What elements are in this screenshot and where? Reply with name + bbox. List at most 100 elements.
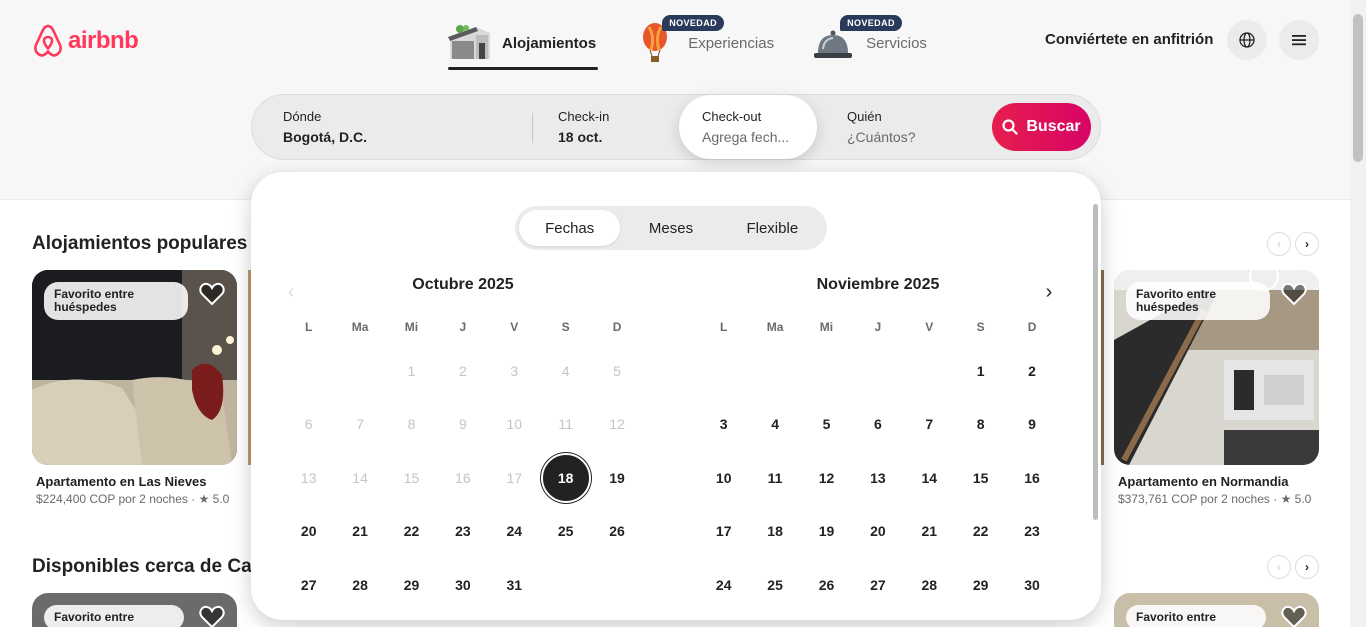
service-bell-icon: NOVEDAD — [810, 15, 902, 65]
listing-card[interactable]: Favorito entre huéspedes Apartamento en … — [32, 270, 237, 506]
calendar-day[interactable]: 22 — [955, 505, 1006, 559]
calendar-day[interactable]: 15 — [955, 451, 1006, 505]
calendar-day[interactable]: 16 — [1006, 451, 1057, 505]
day-grid: 1 2 3 4 5 6 7 8 9 10 11 12 13 14 15 16 17 18 19 20 21 22 23 24 2… — [698, 344, 1058, 612]
calendar-day[interactable]: 17 — [698, 505, 749, 559]
calendar-day[interactable]: 25 — [540, 505, 591, 559]
language-button[interactable] — [1227, 20, 1267, 60]
listing-card[interactable]: Favorito entre — [32, 593, 237, 627]
weekday-label: Mi — [819, 320, 834, 334]
calendar-day[interactable]: 24 — [698, 558, 749, 612]
carousel-prev-button[interactable]: ‹ — [1267, 232, 1291, 256]
calendar-day[interactable]: 21 — [334, 505, 385, 559]
checkout-field[interactable]: Check-out Agrega fech... — [679, 95, 817, 159]
listing-card[interactable]: Favorito entre — [1114, 593, 1319, 627]
airbnb-logo[interactable]: airbnb — [32, 24, 139, 58]
calendar-day[interactable]: 18 — [749, 505, 800, 559]
tab-meses[interactable]: Meses — [620, 210, 721, 246]
calendar-day[interactable]: 10 — [698, 451, 749, 505]
heart-icon[interactable] — [1281, 282, 1307, 306]
checkin-field[interactable]: Check-in 18 oct. — [558, 95, 668, 159]
who-placeholder: ¿Cuántos? — [847, 129, 916, 145]
listing-card[interactable]: Favorito entre huéspedes Apartamento en … — [1114, 270, 1319, 506]
weekday-label: S — [976, 320, 985, 334]
calendar-day[interactable]: 31 — [489, 558, 540, 612]
calendar-day[interactable]: 3 — [698, 398, 749, 452]
calendar-day[interactable]: 20 — [852, 505, 903, 559]
calendar-day[interactable]: 28 — [334, 558, 385, 612]
tab-fechas[interactable]: Fechas — [519, 210, 621, 246]
chevron-left-icon: ‹ — [1277, 237, 1281, 251]
where-field[interactable]: Dónde Bogotá, D.C. — [283, 95, 523, 159]
listing-photo[interactable]: Favorito entre — [1114, 593, 1319, 627]
main-menu-button[interactable] — [1279, 20, 1319, 60]
tab-servicios[interactable]: NOVEDAD Servicios — [810, 15, 927, 68]
calendar-day[interactable]: 9 — [1006, 398, 1057, 452]
calendar-day[interactable]: 14 — [904, 451, 955, 505]
calendar-day[interactable]: 11 — [749, 451, 800, 505]
calendar-day[interactable]: 19 — [801, 505, 852, 559]
calendar-day[interactable]: 24 — [489, 505, 540, 559]
novedad-badge: NOVEDAD — [840, 15, 902, 31]
page-scrollbar[interactable] — [1350, 0, 1366, 627]
listing-photo[interactable]: Favorito entre huéspedes — [32, 270, 237, 465]
calendar-day[interactable]: 13 — [852, 451, 903, 505]
become-host-link[interactable]: Conviértete en anfitrión — [1045, 31, 1213, 48]
calendar-day[interactable]: 19 — [591, 451, 642, 505]
calendar-day[interactable]: 21 — [904, 505, 955, 559]
calendar-day-disabled: 7 — [356, 416, 364, 433]
tab-experiencias[interactable]: NOVEDAD Experiencias — [632, 15, 775, 68]
calendar-day[interactable]: 27 — [283, 558, 334, 612]
weekday-header: L Ma Mi J V S D — [283, 320, 643, 334]
popup-scrollbar[interactable] — [1093, 204, 1098, 520]
calendar-day[interactable]: 23 — [1006, 505, 1057, 559]
calendar-day[interactable]: 2 — [1006, 344, 1057, 398]
tab-flexible[interactable]: Flexible — [722, 210, 823, 246]
weekday-label: J — [459, 320, 467, 334]
checkin-value: 18 oct. — [558, 129, 603, 145]
calendar-day[interactable]: 1 — [955, 344, 1006, 398]
calendar-day[interactable]: 7 — [904, 398, 955, 452]
heart-icon[interactable] — [1281, 605, 1307, 627]
calendar-day[interactable]: 5 — [801, 398, 852, 452]
calendar-day[interactable]: 20 — [283, 505, 334, 559]
date-picker-popup: Fechas Meses Flexible ‹ › Octubre 2025 L… — [251, 172, 1101, 620]
weekday-label: Ma — [351, 320, 369, 334]
weekday-label: L — [720, 320, 728, 334]
calendar-day[interactable]: 30 — [437, 558, 488, 612]
who-field[interactable]: Quién ¿Cuántos? — [847, 95, 987, 159]
page-scrollbar-thumb[interactable] — [1353, 14, 1363, 162]
category-nav: Alojamientos NOVEDAD Experiencias NOVEDA… — [446, 15, 927, 70]
carousel-next-button[interactable]: › — [1295, 555, 1319, 579]
calendar-day[interactable]: 30 — [1006, 558, 1057, 612]
calendar-day[interactable]: 27 — [852, 558, 903, 612]
carousel-prev-button[interactable]: ‹ — [1267, 555, 1291, 579]
calendar-day[interactable]: 26 — [801, 558, 852, 612]
calendar-day[interactable]: 22 — [386, 505, 437, 559]
calendar-day[interactable]: 23 — [437, 505, 488, 559]
checkin-label: Check-in — [558, 109, 610, 124]
calendar-day[interactable]: 8 — [955, 398, 1006, 452]
calendar-day[interactable]: 29 — [386, 558, 437, 612]
calendar-day[interactable]: 25 — [749, 558, 800, 612]
calendar-day-selected[interactable]: 18 — [540, 451, 591, 505]
calendar-day[interactable]: 12 — [801, 451, 852, 505]
tab-alojamientos-label: Alojamientos — [502, 34, 597, 52]
listing-photo[interactable]: Favorito entre — [32, 593, 237, 627]
search-button[interactable]: Buscar — [992, 103, 1091, 151]
listing-photo[interactable]: Favorito entre huéspedes — [1114, 270, 1319, 465]
tab-alojamientos[interactable]: Alojamientos — [446, 18, 599, 70]
calendar-day[interactable]: 6 — [852, 398, 903, 452]
carousel-next-button[interactable]: › — [1295, 232, 1319, 256]
tab-experiencias-label: Experiencias — [688, 34, 775, 52]
calendar-day[interactable]: 29 — [955, 558, 1006, 612]
calendar-day[interactable]: 4 — [749, 398, 800, 452]
heart-icon[interactable] — [199, 605, 225, 627]
menu-icon — [1292, 35, 1306, 46]
calendar-month: Noviembre 2025 L Ma Mi J V S D 1 2 3 4 5 6 7 8 9 10 11 12… — [698, 276, 1058, 612]
calendar-day[interactable]: 28 — [904, 558, 955, 612]
calendar-day[interactable]: 26 — [591, 505, 642, 559]
calendar-empty-cell — [283, 344, 334, 398]
heart-icon[interactable] — [199, 282, 225, 306]
novedad-badge: NOVEDAD — [662, 15, 724, 31]
